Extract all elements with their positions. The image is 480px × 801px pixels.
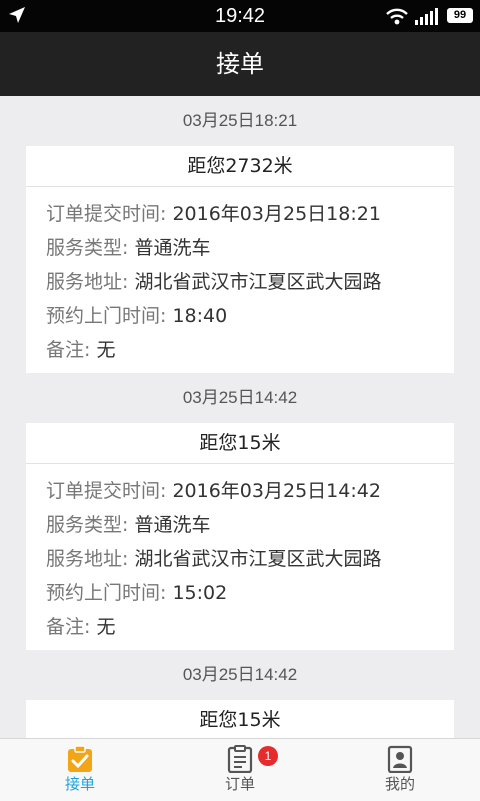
tab-profile[interactable]: 我的 [320,739,480,801]
tab-orders[interactable]: 订单 [160,739,320,801]
order-details: 订单提交时间: 2016年03月25日18:21 服务类型: 普通洗车 服务地址… [26,187,454,373]
page-title: 接单 [0,32,480,96]
service-address-row: 服务地址: 湖北省武汉市江夏区武大园路 [46,542,434,576]
order-list[interactable]: 03月25日18:21 距您2732米 订单提交时间: 2016年03月25日1… [0,96,480,738]
remark-value: 无 [96,616,116,638]
orders-badge: 1 [258,746,278,766]
order-list-icon [226,745,254,774]
tab-accept-orders[interactable]: 接单 [0,739,160,801]
order-details: 订单提交时间: 2016年03月25日14:42 服务类型: 普通洗车 服务地址… [26,464,454,650]
submit-time-label: 订单提交时间: [46,480,167,502]
order-distance: 距您15米 [26,423,454,464]
service-type-value: 普通洗车 [134,514,211,536]
remark-row: 备注: 无 [46,610,434,644]
order-distance: 距您2732米 [26,146,454,187]
submit-time-value: 2016年03月25日18:21 [172,203,381,225]
remark-label: 备注: [46,339,91,361]
submit-time-label: 订单提交时间: [46,203,167,225]
submit-time-row: 订单提交时间: 2016年03月25日14:42 [46,474,434,508]
service-type-label: 服务类型: [46,514,129,536]
service-type-row: 服务类型: 普通洗车 [46,231,434,265]
order-distance: 距您15米 [26,700,454,738]
signal-icon [415,7,441,29]
tab-label: 我的 [384,775,415,793]
remark-row: 备注: 无 [46,333,434,367]
appointment-time-label: 预约上门时间: [46,305,167,327]
service-address-value: 湖北省武汉市江夏区武大园路 [134,271,382,293]
service-type-value: 普通洗车 [134,237,211,259]
remark-label: 备注: [46,616,91,638]
order-card[interactable]: 距您15米 [26,700,454,738]
bottom-tab-bar: 接单 订单 1 我的 [0,738,480,801]
appointment-time-value: 15:02 [172,582,228,604]
submit-time-value: 2016年03月25日14:42 [172,480,381,502]
status-bar: 19:42 99 [0,0,480,32]
service-address-label: 服务地址: [46,548,129,570]
service-type-label: 服务类型: [46,237,129,259]
service-address-row: 服务地址: 湖北省武汉市江夏区武大园路 [46,265,434,299]
order-group-time: 03月25日14:42 [182,665,298,684]
order-card[interactable]: 距您2732米 订单提交时间: 2016年03月25日18:21 服务类型: 普… [26,146,454,373]
appointment-time-row: 预约上门时间: 15:02 [46,576,434,610]
service-address-label: 服务地址: [46,271,129,293]
appointment-time-label: 预约上门时间: [46,582,167,604]
appointment-time-row: 预约上门时间: 18:40 [46,299,434,333]
order-group-time: 03月25日18:21 [182,111,298,130]
tab-label: 接单 [64,775,95,793]
service-type-row: 服务类型: 普通洗车 [46,508,434,542]
wifi-icon [385,7,409,29]
appointment-time-value: 18:40 [172,305,228,327]
tab-label: 订单 [224,775,255,793]
service-address-value: 湖北省武汉市江夏区武大园路 [134,548,382,570]
submit-time-row: 订单提交时间: 2016年03月25日18:21 [46,197,434,231]
clipboard-check-icon [66,745,94,773]
order-card[interactable]: 距您15米 订单提交时间: 2016年03月25日14:42 服务类型: 普通洗… [26,423,454,650]
remark-value: 无 [96,339,116,361]
order-group-time: 03月25日14:42 [182,388,298,407]
battery-icon: 99 [447,8,473,23]
profile-card-icon [386,745,414,774]
